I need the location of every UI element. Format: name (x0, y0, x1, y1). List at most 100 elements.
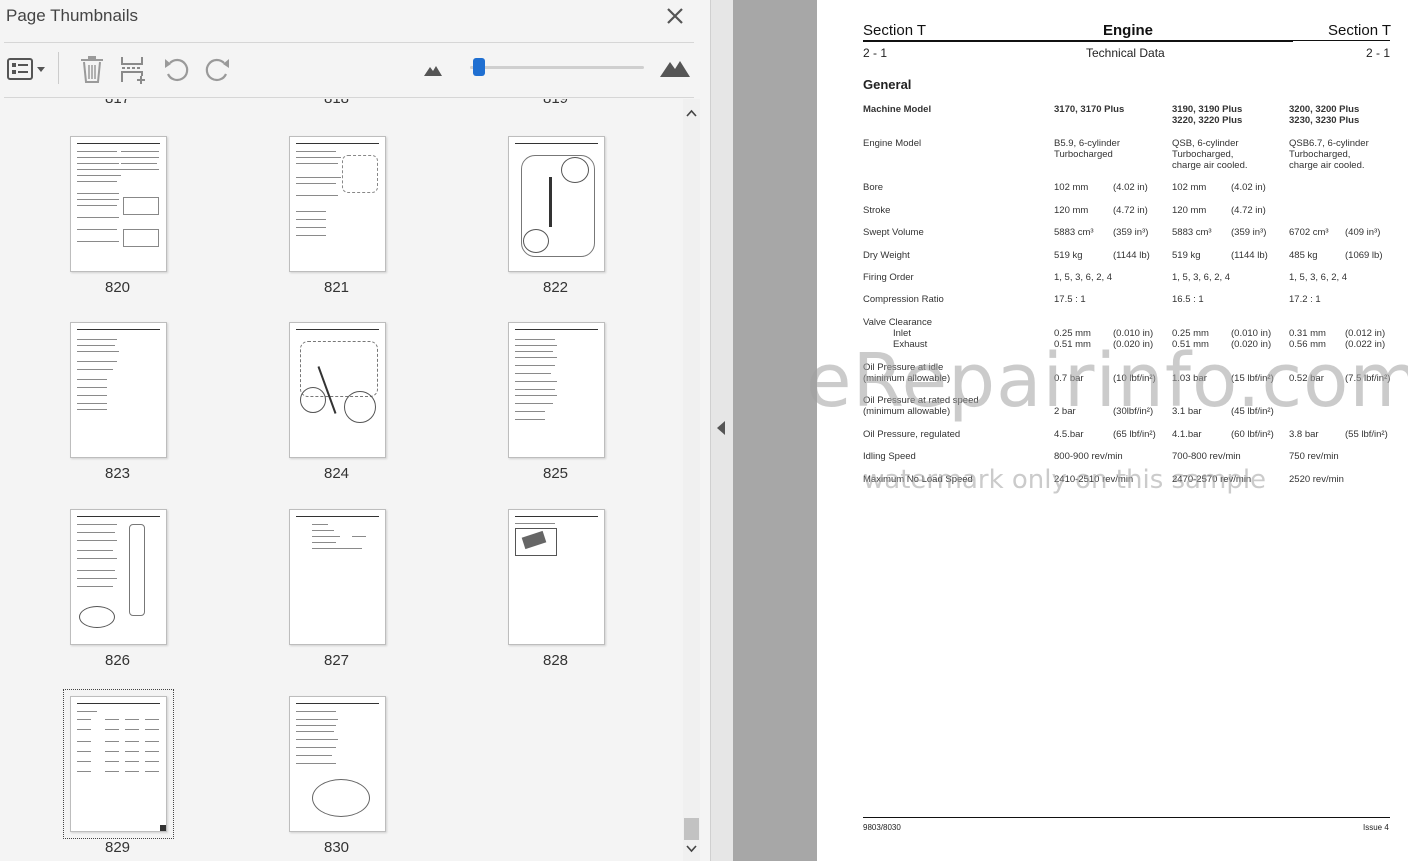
header-right-sub: 2 - 1 (1366, 46, 1391, 60)
cell: QSB6.7, 6-cylinder (1289, 138, 1369, 149)
cell: 5883 cm³ (1172, 227, 1212, 238)
column-header-3b: 3230, 3230 Plus (1289, 115, 1360, 126)
page-thumbnail[interactable] (289, 509, 386, 645)
thumbnail-number: 828 (542, 652, 569, 669)
divider (58, 52, 59, 84)
cell: (4.02 in) (1113, 182, 1148, 193)
page-thumbnail[interactable] (70, 322, 167, 458)
thumbnail-number: 830 (323, 839, 350, 856)
page-thumbnail[interactable] (70, 136, 167, 272)
thumbnail-number: 826 (104, 652, 131, 669)
scroll-down-icon[interactable] (686, 845, 697, 853)
cell: (1069 lb) (1345, 250, 1383, 261)
cell: 2520 rev/min (1289, 474, 1344, 485)
cell: 102 mm (1054, 182, 1089, 193)
rotate-clockwise-icon[interactable] (204, 54, 232, 84)
row-label: Idling Speed (863, 451, 916, 462)
row-label: Compression Ratio (863, 294, 944, 305)
page-thumbnail-selected[interactable] (63, 689, 174, 839)
thumbnail-number: 829 (104, 839, 131, 856)
scroll-up-icon[interactable] (686, 109, 697, 117)
cell: 120 mm (1172, 205, 1207, 216)
thumbnail-number: 821 (323, 279, 350, 296)
cell: (65 lbf/in²) (1113, 429, 1156, 440)
cell: 17.2 : 1 (1289, 294, 1321, 305)
row-label: Oil Pressure, regulated (863, 429, 961, 440)
scrollbar-thumb[interactable] (684, 818, 699, 840)
cell: 800-900 rev/min (1054, 451, 1123, 462)
cell: (60 lbf/in²) (1231, 429, 1274, 440)
cell: B5.9, 6-cylinder (1054, 138, 1121, 149)
thumbnail-scrollbar[interactable] (683, 99, 700, 861)
document-background (733, 0, 817, 861)
thumbnail-number: 820 (104, 279, 131, 296)
cell: 700-800 rev/min (1172, 451, 1241, 462)
cell: (359 in³) (1113, 227, 1149, 238)
zoom-slider-track[interactable] (470, 66, 644, 69)
footer-rule (863, 817, 1390, 818)
cell: (1144 lb) (1113, 250, 1150, 261)
zoom-slider-handle[interactable] (473, 58, 486, 76)
column-header-1: 3170, 3170 Plus (1054, 104, 1125, 115)
thumbnail-options-icon[interactable] (6, 54, 48, 84)
row-label: Stroke (863, 205, 891, 216)
section-title: General (863, 77, 912, 92)
collapse-panel-icon[interactable] (717, 421, 725, 435)
small-mountain-icon[interactable] (422, 54, 444, 84)
watermark-subtext: watermark only on this sample (863, 465, 1267, 495)
rotate-counterclockwise-icon[interactable] (162, 54, 190, 84)
page-thumbnail[interactable] (70, 509, 167, 645)
cell: Turbocharged (1054, 149, 1113, 160)
cell: 5883 cm³ (1054, 227, 1094, 238)
divider (4, 97, 694, 98)
trash-icon[interactable] (78, 54, 106, 84)
footer-right: Issue 4 (1363, 823, 1389, 832)
page-thumbnail[interactable] (508, 509, 605, 645)
cell: (4.02 in) (1231, 182, 1266, 193)
header-left-sub: 2 - 1 (863, 46, 888, 60)
page-thumbnail[interactable] (508, 136, 605, 272)
thumbnail-number: 823 (104, 465, 131, 482)
large-mountain-icon[interactable] (658, 54, 692, 84)
cell: (55 lbf/in²) (1345, 429, 1388, 440)
column-header-2b: 3220, 3220 Plus (1172, 115, 1243, 126)
thumbnail-number: 822 (542, 279, 569, 296)
cell: 485 kg (1289, 250, 1318, 261)
column-header-2: 3190, 3190 Plus (1172, 104, 1243, 115)
page-thumbnail[interactable] (508, 322, 605, 458)
thumbnail-grid: 817 818 819 820 821 (0, 99, 682, 861)
header-right: Section T (1328, 22, 1392, 39)
thumbnail-number: 819 (508, 99, 603, 107)
row-label: Firing Order (863, 272, 914, 283)
header-left: Section T (863, 22, 927, 39)
page-thumbnail[interactable] (289, 136, 386, 272)
cell: Turbocharged, (1172, 149, 1234, 160)
cell: 120 mm (1054, 205, 1089, 216)
cell: 1, 5, 3, 6, 2, 4 (1289, 272, 1348, 283)
page-thumbnails-panel: Page Thumbnails 820 821 822 823 824 825 … (0, 0, 711, 861)
cell: 16.5 : 1 (1172, 294, 1204, 305)
cell: 1, 5, 3, 6, 2, 4 (1172, 272, 1231, 283)
cell: charge air cooled. (1289, 160, 1365, 171)
cell: 3.8 bar (1289, 429, 1319, 440)
cell: 1, 5, 3, 6, 2, 4 (1054, 272, 1113, 283)
row-label: Engine Model (863, 138, 922, 149)
page-thumbnail[interactable] (289, 322, 386, 458)
thumbnail-number: 827 (323, 652, 350, 669)
close-icon[interactable] (664, 5, 686, 27)
cell: 17.5 : 1 (1054, 294, 1086, 305)
document-page: Section T Engine Section T 2 - 1 Technic… (817, 0, 1408, 861)
column-label: Machine Model (863, 104, 932, 115)
header-rule (863, 40, 1293, 42)
thumbnail-number: 817 (70, 99, 165, 107)
watermark-text: eRepairinfo.com (806, 338, 1408, 424)
cell: charge air cooled. (1172, 160, 1248, 171)
insert-pages-icon[interactable] (118, 54, 148, 84)
thumbnail-number: 818 (289, 99, 384, 107)
cell: (1144 lb) (1231, 250, 1268, 261)
header-center-sub: Technical Data (1086, 46, 1165, 60)
cell: (4.72 in) (1231, 205, 1266, 216)
divider (4, 42, 694, 43)
page-thumbnail[interactable] (289, 696, 386, 832)
row-label: Swept Volume (863, 227, 924, 238)
